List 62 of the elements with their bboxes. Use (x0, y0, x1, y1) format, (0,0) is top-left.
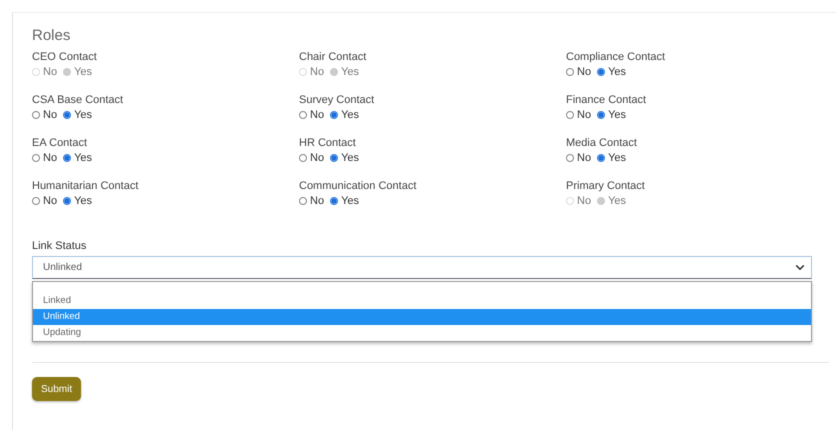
radio-label: Yes (341, 152, 360, 164)
dropdown-option[interactable]: Linked (33, 293, 811, 309)
radio-button[interactable] (32, 197, 40, 205)
radio-label: Yes (608, 109, 626, 121)
field-label: CEO Contact (32, 50, 98, 64)
radio-label: No (43, 195, 58, 207)
radio-button[interactable] (597, 68, 606, 76)
radio-button[interactable] (330, 111, 338, 119)
field-label: Media Contact (566, 136, 638, 150)
field-label: HR Contact (299, 136, 357, 150)
radio-label: Yes (74, 195, 92, 207)
radio-label: Yes (608, 195, 626, 207)
radio-label: Yes (341, 66, 360, 78)
radio-button[interactable] (32, 111, 40, 119)
dropdown-option[interactable]: Updating (33, 325, 811, 341)
radio-label: Yes (608, 66, 626, 78)
radio-label: No (310, 109, 324, 121)
radio-button[interactable] (597, 154, 606, 162)
field-label: CSA Base Contact (32, 93, 124, 107)
radio-button[interactable] (299, 197, 307, 205)
radio-label: No (310, 66, 324, 78)
radio-button[interactable] (63, 197, 72, 205)
radio-label: No (43, 66, 58, 78)
field-label: Survey Contact (299, 93, 376, 107)
field-label: Compliance Contact (566, 50, 666, 64)
radio-label: Yes (341, 195, 360, 207)
radio-button[interactable] (566, 68, 574, 76)
radio-label: No (577, 152, 592, 164)
radio-button[interactable] (63, 154, 72, 162)
dropdown-option[interactable]: Unlinked (33, 309, 811, 325)
radio-button[interactable] (32, 154, 40, 162)
radio-button[interactable] (330, 154, 338, 162)
field-label: Humanitarian Contact (32, 179, 140, 193)
radio-button[interactable] (299, 154, 307, 162)
radio-label: No (577, 195, 592, 207)
radio-label: Yes (74, 109, 92, 121)
field-label: Communication Contact (299, 179, 418, 193)
radio-button[interactable] (63, 111, 72, 119)
radio-label: No (310, 195, 324, 207)
field-label: Link Status (32, 240, 88, 252)
radio-label: No (43, 109, 58, 121)
radio-button[interactable] (566, 111, 574, 119)
radio-button[interactable] (597, 111, 606, 119)
radio-label: No (577, 66, 592, 78)
field-label: Finance Contact (566, 93, 648, 107)
radio-label: Yes (74, 152, 92, 164)
radio-label: No (577, 109, 592, 121)
radio-label: No (43, 152, 58, 164)
section-title: Roles (32, 27, 72, 44)
radio-button[interactable] (566, 154, 574, 162)
field-label: Chair Contact (299, 50, 368, 64)
radio-label: Yes (608, 152, 626, 164)
radio-label: Yes (74, 66, 92, 78)
submit-button[interactable]: Submit (32, 377, 82, 401)
radio-label: No (310, 152, 324, 164)
radio-button[interactable] (330, 197, 338, 205)
chevron-down-icon (795, 264, 805, 271)
field-label: EA Contact (32, 136, 88, 150)
field-label: Primary Contact (566, 179, 646, 193)
radio-label: Yes (341, 109, 360, 121)
dropdown[interactable]: Unlinked (32, 256, 812, 279)
radio-button[interactable] (299, 111, 307, 119)
